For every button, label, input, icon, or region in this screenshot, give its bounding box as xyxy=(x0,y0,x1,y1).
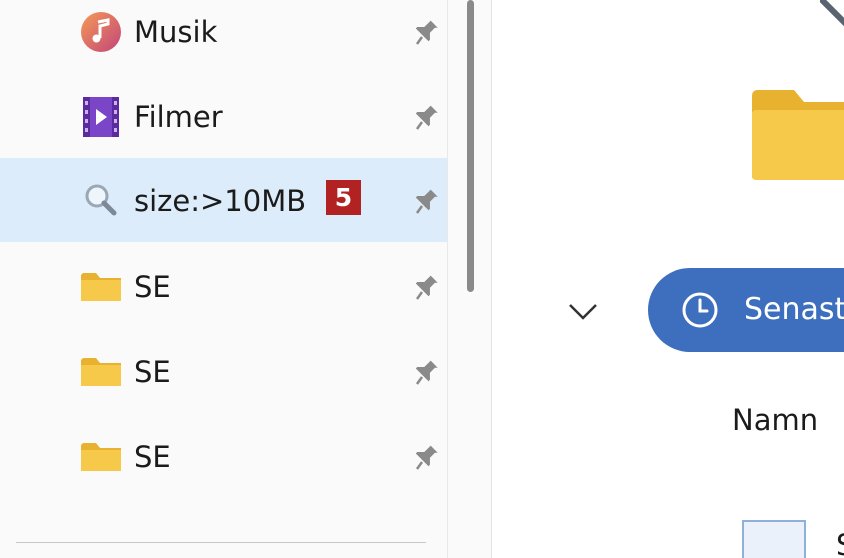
pin-icon[interactable] xyxy=(410,17,440,47)
navigation-pane: Musik Filmer size:>10MB 5 SE SE SE xyxy=(0,0,447,558)
content-pane: Senast Namn S xyxy=(492,0,844,558)
sidebar-item-filmer[interactable]: Filmer xyxy=(0,74,447,158)
callout-number-badge: 5 xyxy=(326,180,361,215)
chevron-down-icon[interactable] xyxy=(566,294,600,328)
pin-icon[interactable] xyxy=(410,357,440,387)
sidebar-item-size-search[interactable]: size:>10MB xyxy=(0,158,447,242)
folder-icon xyxy=(752,90,844,180)
pin-icon[interactable] xyxy=(410,102,440,132)
sidebar-item-musik[interactable]: Musik xyxy=(0,0,447,73)
file-thumbnail[interactable] xyxy=(742,520,806,558)
column-header-name[interactable]: Namn xyxy=(732,400,818,440)
sidebar-item-se[interactable]: SE xyxy=(0,414,447,498)
sidebar-item-label: size:>10MB xyxy=(134,184,307,218)
recent-section-label: Senast xyxy=(744,292,844,327)
sidebar-divider xyxy=(16,542,426,543)
folder-icon xyxy=(81,443,121,471)
search-icon xyxy=(85,184,117,216)
file-name[interactable]: S xyxy=(836,525,844,558)
sidebar-item-label: SE xyxy=(134,270,171,304)
sidebar-item-label: SE xyxy=(134,355,171,389)
music-icon xyxy=(81,12,121,52)
sidebar-item-se[interactable]: SE xyxy=(0,329,447,413)
video-icon xyxy=(83,97,119,137)
sidebar-item-label: Filmer xyxy=(134,100,223,134)
sidebar-scrollbar[interactable] xyxy=(447,0,492,558)
pin-icon[interactable] xyxy=(410,272,440,302)
sidebar-item-se[interactable]: SE xyxy=(0,244,447,328)
pen-icon xyxy=(820,0,844,27)
scrollbar-thumb[interactable] xyxy=(467,0,474,292)
pin-icon[interactable] xyxy=(410,442,440,472)
recent-section-button[interactable]: Senast xyxy=(648,268,844,352)
clock-icon xyxy=(682,292,718,328)
sidebar-item-label: SE xyxy=(134,440,171,474)
sidebar-item-label: Musik xyxy=(134,15,218,49)
folder-icon xyxy=(81,273,121,301)
pin-icon[interactable] xyxy=(410,186,440,216)
folder-icon xyxy=(81,358,121,386)
